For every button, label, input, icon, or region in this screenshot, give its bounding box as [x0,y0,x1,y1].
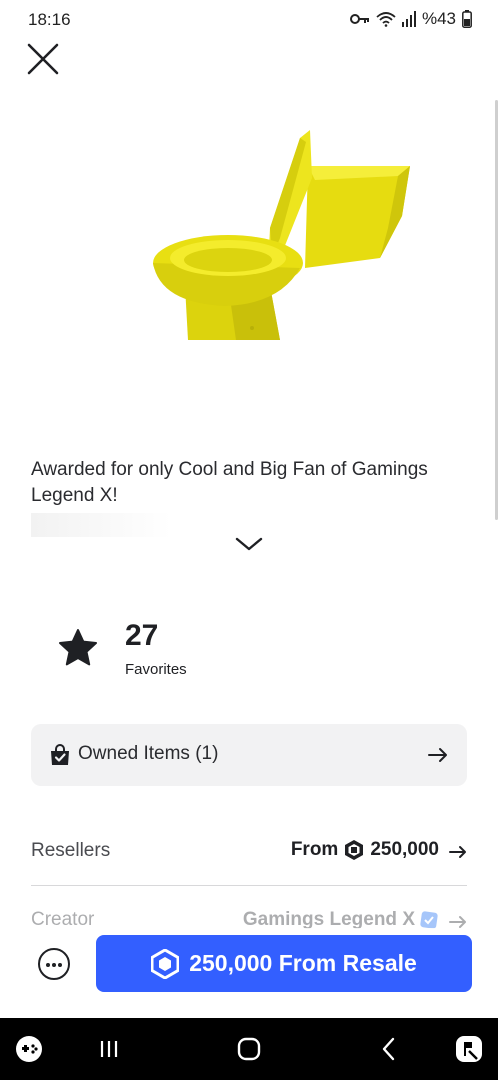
buy-button-label: 250,000 From Resale [189,950,417,976]
home-icon [237,1037,261,1061]
back-button[interactable] [372,1032,406,1066]
system-nav-bar [0,1018,498,1080]
favorites-label: Favorites [125,661,187,678]
item-image [140,118,430,358]
description-fade [31,513,171,537]
wifi-icon [376,11,396,27]
key-icon [349,13,370,25]
buy-from-resale-button[interactable]: 250,000 From Resale [96,935,472,992]
chevron-down-icon [235,537,263,551]
more-dot [58,963,62,967]
owned-items-button[interactable]: Owned Items (1) [31,724,467,786]
star-icon [59,629,97,666]
signal-icon [401,11,416,27]
back-icon [382,1037,395,1061]
status-icons: %43 [349,9,472,29]
more-dot [52,963,56,967]
arrow-right-icon [449,846,466,858]
game-launcher-icon [16,1036,42,1062]
owned-items-label: Owned Items (1) [78,743,219,764]
more-options-button[interactable] [38,948,70,980]
yellow-toilet-image [153,130,410,340]
status-time: 18:16 [28,10,71,29]
assistant-button[interactable] [452,1032,486,1066]
recents-icon [100,1041,118,1057]
game-launcher-button[interactable] [12,1032,46,1066]
close-button[interactable] [24,40,62,78]
shopping-bag-check-icon [51,744,69,765]
battery-percent: %43 [421,9,456,28]
resellers-row[interactable]: Resellers From 250,000 [31,830,467,874]
status-bar: 18:16 %43 [0,0,498,38]
close-icon [27,43,59,75]
more-dot [46,963,50,967]
favorites-count: 27 [125,619,159,652]
favorite-button[interactable] [56,626,100,670]
item-description: Awarded for only Cool and Big Fan of Gam… [31,459,428,506]
recents-button[interactable] [92,1032,126,1066]
divider [31,885,467,886]
resellers-from-text: From [290,839,339,860]
robux-icon [345,840,364,860]
robux-icon [151,948,180,979]
expand-description-button[interactable] [232,533,266,555]
assistant-icon [456,1036,482,1062]
arrow-right-icon [428,748,447,762]
resellers-price: From 250,000 [291,839,439,861]
resellers-label: Resellers [31,840,111,861]
battery-icon [462,10,472,28]
home-button[interactable] [232,1032,266,1066]
resellers-price-value: 250,000 [370,839,439,860]
verified-badge-icon [420,911,438,929]
